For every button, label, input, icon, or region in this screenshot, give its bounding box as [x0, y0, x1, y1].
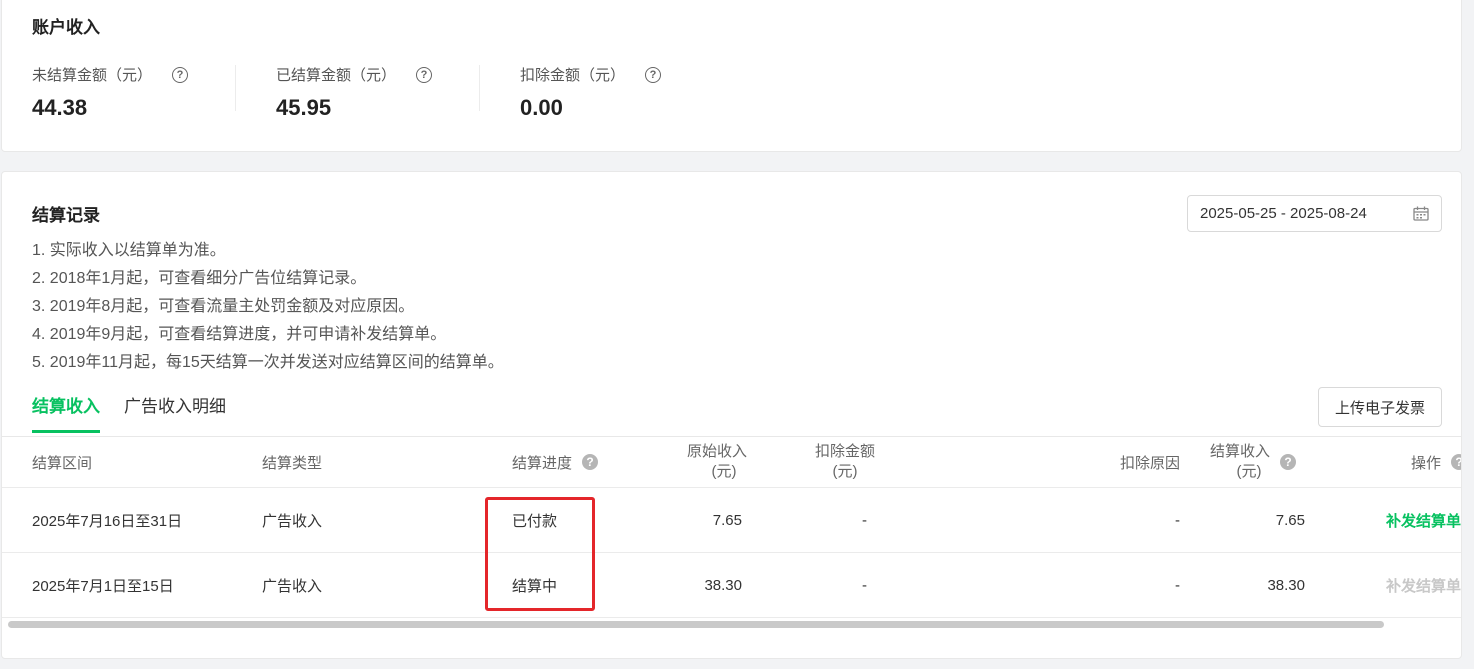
settlement-table: 结算区间 结算类型 结算进度 ? 原始收入 (元) 扣除金额 (元) 扣除原因 … [2, 436, 1462, 618]
cell-original-income: 38.30 [704, 576, 742, 594]
header-deduct-amount: 扣除金额 (元) [814, 443, 875, 480]
header-progress: 结算进度 ? [512, 437, 599, 487]
header-original-income: 原始收入 (元) [686, 443, 747, 480]
note-item: 5. 2019年11月起，每15天结算一次并发送对应结算区间的结算单。 [32, 354, 504, 371]
divider [235, 65, 236, 111]
header-settled-income: 结算收入 (元) ? [1210, 437, 1320, 487]
help-icon[interactable]: ? [582, 454, 599, 470]
cell-settled-income: 7.65 [1275, 511, 1305, 529]
settlement-records-title: 结算记录 [32, 206, 100, 225]
records-tabs: 结算收入 广告收入明细 [32, 392, 250, 433]
reissue-statement-link-disabled: 补发结算单 [1386, 577, 1462, 595]
cell-deduct-reason: - [1175, 576, 1180, 594]
table-header: 结算区间 结算类型 结算进度 ? 原始收入 (元) 扣除金额 (元) 扣除原因 … [2, 436, 1461, 488]
cell-deduct-amount: - [862, 576, 867, 594]
note-item: 2. 2018年1月起，可查看细分广告位结算记录。 [32, 270, 367, 287]
date-range-picker[interactable]: 2025-05-25 - 2025-08-24 [1187, 195, 1442, 232]
cell-period: 2025年7月1日至15日 [32, 577, 174, 595]
calendar-icon [1413, 206, 1429, 221]
header-action: 操作 ? [1411, 437, 1461, 487]
table-row: 2025年7月16日至31日 广告收入 已付款 7.65 - - 7.65 补发… [2, 488, 1461, 553]
cell-deduct-amount: - [862, 511, 867, 529]
help-icon[interactable]: ? [416, 66, 433, 83]
reissue-statement-link[interactable]: 补发结算单 [1386, 510, 1461, 531]
account-income-card: 账户收入 未结算金额（元） ? 44.38 已结算金额（元） ? 45.95 扣… [1, 0, 1462, 152]
settlement-notes: 1. 实际收入以结算单为准。 2. 2018年1月起，可查看细分广告位结算记录。… [32, 237, 504, 377]
note-item: 1. 实际收入以结算单为准。 [32, 242, 226, 259]
cell-settled-income: 38.30 [1267, 576, 1305, 594]
divider [479, 65, 480, 111]
cell-original-income: 7.65 [712, 511, 742, 529]
note-item: 3. 2019年8月起，可查看流量主处罚金额及对应原因。 [32, 298, 415, 315]
progress-highlight-box [485, 497, 595, 611]
header-progress-label: 结算进度 [512, 454, 573, 472]
help-icon[interactable]: ? [172, 66, 189, 83]
stat-settled-value: 45.95 [276, 95, 332, 120]
upload-invoice-button[interactable]: 上传电子发票 [1318, 387, 1442, 427]
help-icon[interactable]: ? [645, 66, 662, 83]
cell-type: 广告收入 [262, 577, 323, 595]
help-icon[interactable]: ? [1280, 454, 1297, 470]
horizontal-scrollbar[interactable] [8, 621, 1384, 628]
tab-settlement-income[interactable]: 结算收入 [32, 392, 100, 433]
date-range-value: 2025-05-25 - 2025-08-24 [1200, 205, 1367, 222]
stat-unsettled-label: 未结算金额（元） [32, 67, 153, 84]
tab-ad-income-detail[interactable]: 广告收入明细 [124, 392, 226, 433]
header-period: 结算区间 [32, 454, 93, 472]
header-deduct-reason: 扣除原因 [1119, 454, 1180, 472]
cell-type: 广告收入 [262, 512, 323, 530]
stat-settled-label: 已结算金额（元） [276, 67, 397, 84]
cell-deduct-reason: - [1175, 511, 1180, 529]
stat-deducted-label: 扣除金额（元） [520, 67, 626, 84]
stat-unsettled: 未结算金额（元） ? 44.38 [32, 64, 189, 121]
account-income-title: 账户收入 [32, 18, 100, 37]
note-item: 4. 2019年9月起，可查看结算进度，并可申请补发结算单。 [32, 326, 447, 343]
stat-deducted-value: 0.00 [520, 95, 563, 120]
help-icon[interactable]: ? [1451, 454, 1461, 470]
stat-unsettled-value: 44.38 [32, 95, 88, 120]
header-type: 结算类型 [262, 454, 323, 472]
cell-period: 2025年7月16日至31日 [32, 512, 183, 530]
stat-deducted: 扣除金额（元） ? 0.00 [520, 64, 662, 121]
stat-settled: 已结算金额（元） ? 45.95 [276, 64, 433, 121]
table-row: 2025年7月1日至15日 广告收入 结算中 38.30 - - 38.30 补… [2, 553, 1462, 618]
settlement-records-card: 结算记录 2025-05-25 - 2025-08-24 1. 实际收入以结算单… [1, 171, 1462, 659]
